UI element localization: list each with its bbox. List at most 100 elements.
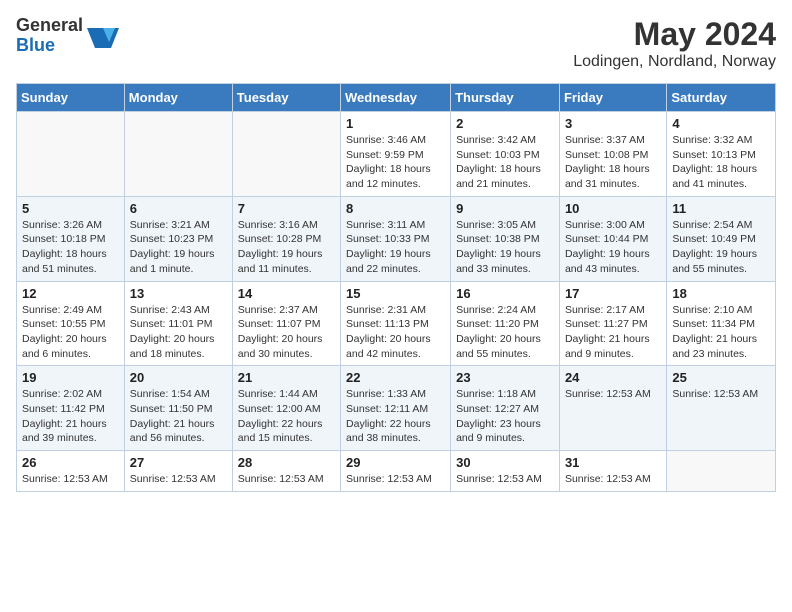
day-cell: 14 Sunrise: 2:37 AM Sunset: 11:07 PM Dayl…	[232, 281, 340, 366]
day-detail: Sunrise: 1:18 AM Sunset: 12:27 AM Daylig…	[456, 387, 554, 446]
day-detail: Sunrise: 2:31 AM Sunset: 11:13 PM Daylig…	[346, 303, 445, 362]
day-number: 20	[130, 370, 227, 385]
day-number: 22	[346, 370, 445, 385]
week-row-4: 19Sunrise: 2:02 AM Sunset: 11:42 PM Dayl…	[17, 366, 776, 451]
location: Lodingen, Nordland, Norway	[573, 53, 776, 71]
day-number: 16	[456, 286, 554, 301]
day-cell: 21 Sunrise: 1:44 AM Sunset: 12:00 AM Dayl…	[232, 366, 340, 451]
day-number: 30	[456, 455, 554, 470]
weekday-header-thursday: Thursday	[451, 84, 560, 112]
day-cell: 20 Sunrise: 1:54 AM Sunset: 11:50 PM Dayl…	[124, 366, 232, 451]
day-detail: Sunrise: 3:11 AM Sunset: 10:33 PM Daylig…	[346, 218, 445, 277]
day-number: 15	[346, 286, 445, 301]
day-detail: Sunrise: 2:37 AM Sunset: 11:07 PM Daylig…	[238, 303, 335, 362]
day-number: 7	[238, 201, 335, 216]
day-detail: Sunrise: 12:53 AM	[565, 472, 661, 487]
day-detail: Sunrise: 3:05 AM Sunset: 10:38 PM Daylig…	[456, 218, 554, 277]
day-detail: Sunrise: 2:02 AM Sunset: 11:42 PM Daylig…	[22, 387, 119, 446]
week-row-1: 1 Sunrise: 3:46 AM Sunset: 9:59 PM Daylig…	[17, 112, 776, 197]
day-cell: 6Sunrise: 3:21 AM Sunset: 10:23 PM Dayli…	[124, 196, 232, 281]
day-number: 1	[346, 116, 445, 131]
day-cell: 1 Sunrise: 3:46 AM Sunset: 9:59 PM Daylig…	[341, 112, 451, 197]
weekday-header-saturday: Saturday	[667, 84, 776, 112]
day-number: 13	[130, 286, 227, 301]
day-cell: 15 Sunrise: 2:31 AM Sunset: 11:13 PM Dayl…	[341, 281, 451, 366]
day-detail: Sunrise: 3:32 AM Sunset: 10:13 PM Daylig…	[672, 133, 770, 192]
day-cell: 28Sunrise: 12:53 AM	[232, 451, 340, 492]
day-number: 27	[130, 455, 227, 470]
day-cell: 12Sunrise: 2:49 AM Sunset: 10:55 PM Dayl…	[17, 281, 125, 366]
day-number: 10	[565, 201, 661, 216]
day-number: 24	[565, 370, 661, 385]
logo-text: General Blue	[16, 16, 83, 56]
day-detail: Sunrise: 3:00 AM Sunset: 10:44 PM Daylig…	[565, 218, 661, 277]
day-number: 4	[672, 116, 770, 131]
day-cell: 23Sunrise: 1:18 AM Sunset: 12:27 AM Dayl…	[451, 366, 560, 451]
logo-blue: Blue	[16, 36, 83, 56]
day-cell: 31Sunrise: 12:53 AM	[559, 451, 666, 492]
day-cell	[17, 112, 125, 197]
day-cell: 24 Sunrise: 12:53 AM	[559, 366, 666, 451]
day-detail: Sunrise: 12:53 AM	[672, 387, 770, 402]
day-cell: 4 Sunrise: 3:32 AM Sunset: 10:13 PM Dayli…	[667, 112, 776, 197]
title-block: May 2024 Lodingen, Nordland, Norway	[573, 16, 776, 71]
day-cell: 7 Sunrise: 3:16 AM Sunset: 10:28 PM Dayli…	[232, 196, 340, 281]
weekday-header-friday: Friday	[559, 84, 666, 112]
day-detail: Sunrise: 3:37 AM Sunset: 10:08 PM Daylig…	[565, 133, 661, 192]
day-number: 28	[238, 455, 335, 470]
day-detail: Sunrise: 3:42 AM Sunset: 10:03 PM Daylig…	[456, 133, 554, 192]
logo: General Blue	[16, 16, 119, 56]
weekday-header-wednesday: Wednesday	[341, 84, 451, 112]
page-header: General Blue May 2024 Lodingen, Nordland…	[16, 16, 776, 71]
day-number: 9	[456, 201, 554, 216]
day-number: 26	[22, 455, 119, 470]
day-detail: Sunrise: 2:49 AM Sunset: 10:55 PM Daylig…	[22, 303, 119, 362]
day-detail: Sunrise: 12:53 AM	[346, 472, 445, 487]
logo-general: General	[16, 16, 83, 36]
day-cell: 29 Sunrise: 12:53 AM	[341, 451, 451, 492]
day-number: 5	[22, 201, 119, 216]
day-detail: Sunrise: 1:44 AM Sunset: 12:00 AM Daylig…	[238, 387, 335, 446]
day-detail: Sunrise: 1:54 AM Sunset: 11:50 PM Daylig…	[130, 387, 227, 446]
day-number: 17	[565, 286, 661, 301]
day-number: 29	[346, 455, 445, 470]
day-cell	[124, 112, 232, 197]
day-number: 6	[130, 201, 227, 216]
day-cell: 25 Sunrise: 12:53 AM	[667, 366, 776, 451]
day-detail: Sunrise: 2:54 AM Sunset: 10:49 PM Daylig…	[672, 218, 770, 277]
day-detail: Sunrise: 2:17 AM Sunset: 11:27 PM Daylig…	[565, 303, 661, 362]
day-cell: 27Sunrise: 12:53 AM	[124, 451, 232, 492]
day-cell	[232, 112, 340, 197]
day-number: 25	[672, 370, 770, 385]
day-cell: 30Sunrise: 12:53 AM	[451, 451, 560, 492]
calendar-table: SundayMondayTuesdayWednesdayThursdayFrid…	[16, 83, 776, 492]
day-cell: 18 Sunrise: 2:10 AM Sunset: 11:34 PM Dayl…	[667, 281, 776, 366]
day-cell: 19Sunrise: 2:02 AM Sunset: 11:42 PM Dayl…	[17, 366, 125, 451]
day-cell: 11 Sunrise: 2:54 AM Sunset: 10:49 PM Dayl…	[667, 196, 776, 281]
week-row-5: 26Sunrise: 12:53 AM27Sunrise: 12:53 AM28…	[17, 451, 776, 492]
day-cell: 17 Sunrise: 2:17 AM Sunset: 11:27 PM Dayl…	[559, 281, 666, 366]
day-detail: Sunrise: 3:16 AM Sunset: 10:28 PM Daylig…	[238, 218, 335, 277]
weekday-header-row: SundayMondayTuesdayWednesdayThursdayFrid…	[17, 84, 776, 112]
day-detail: Sunrise: 2:24 AM Sunset: 11:20 PM Daylig…	[456, 303, 554, 362]
day-cell: 16 Sunrise: 2:24 AM Sunset: 11:20 PM Dayl…	[451, 281, 560, 366]
day-detail: Sunrise: 3:46 AM Sunset: 9:59 PM Dayligh…	[346, 133, 445, 192]
week-row-3: 12Sunrise: 2:49 AM Sunset: 10:55 PM Dayl…	[17, 281, 776, 366]
day-number: 14	[238, 286, 335, 301]
day-number: 8	[346, 201, 445, 216]
day-number: 18	[672, 286, 770, 301]
day-number: 11	[672, 201, 770, 216]
day-cell	[667, 451, 776, 492]
day-cell: 26Sunrise: 12:53 AM	[17, 451, 125, 492]
day-detail: Sunrise: 2:10 AM Sunset: 11:34 PM Daylig…	[672, 303, 770, 362]
day-cell: 9 Sunrise: 3:05 AM Sunset: 10:38 PM Dayli…	[451, 196, 560, 281]
day-number: 21	[238, 370, 335, 385]
day-number: 2	[456, 116, 554, 131]
weekday-header-sunday: Sunday	[17, 84, 125, 112]
day-detail: Sunrise: 2:43 AM Sunset: 11:01 PM Daylig…	[130, 303, 227, 362]
day-detail: Sunrise: 12:53 AM	[565, 387, 661, 402]
day-cell: 2 Sunrise: 3:42 AM Sunset: 10:03 PM Dayli…	[451, 112, 560, 197]
day-detail: Sunrise: 3:26 AM Sunset: 10:18 PM Daylig…	[22, 218, 119, 277]
day-number: 3	[565, 116, 661, 131]
day-cell: 5 Sunrise: 3:26 AM Sunset: 10:18 PM Dayli…	[17, 196, 125, 281]
